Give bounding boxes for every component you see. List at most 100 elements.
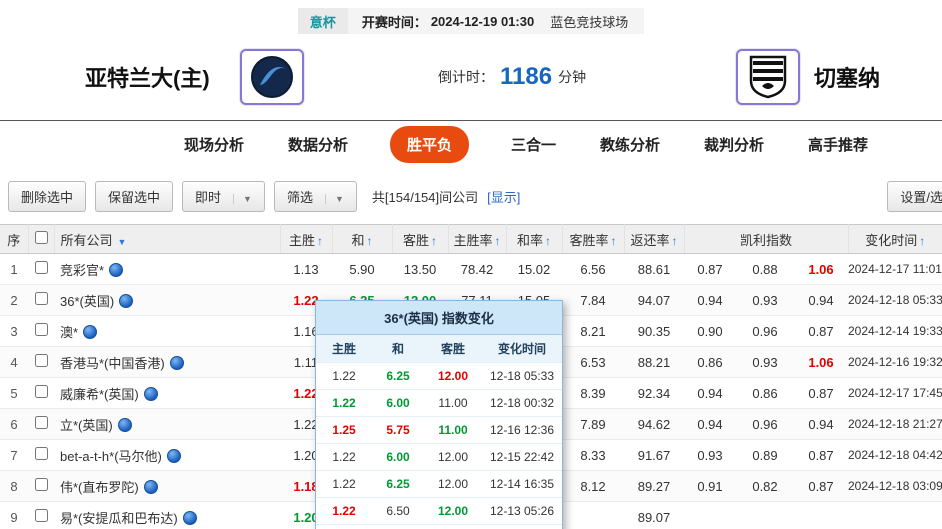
company-odds-history-icon[interactable] [144, 387, 158, 401]
tab[interactable]: 胜平负 [390, 126, 469, 163]
popup-row: 1.22 6.50 12.00 12-13 05:26 [316, 498, 562, 525]
col-home-rate-label: 主胜率 [453, 233, 492, 248]
select-all-checkbox[interactable] [35, 231, 48, 244]
keep-selected-button[interactable]: 保留选中 [95, 181, 173, 212]
away-team-logo [736, 49, 800, 105]
row-checkbox[interactable] [35, 261, 48, 274]
company-cell[interactable]: 立*(英国) [54, 409, 280, 440]
draw-odds[interactable]: 5.90 [332, 254, 392, 285]
kelly-away: 0.94 [794, 285, 848, 316]
company-odds-history-icon[interactable] [118, 418, 132, 432]
row-checkbox-cell [28, 347, 54, 378]
company-cell[interactable]: 澳* [54, 316, 280, 347]
table-header-row: 序 所有公司▼ 主胜↑ 和↑ 客胜↑ 主胜率↑ 和率↑ 客胜率↑ 返还率↑ 凯利… [0, 225, 942, 254]
league-badge: 意杯 [298, 8, 348, 34]
company-cell[interactable]: bet-a-t-h*(马尔他) [54, 440, 280, 471]
settings-button[interactable]: 设置/选 [887, 181, 942, 212]
company-cell[interactable]: 易*(安提瓜和巴布达) [54, 502, 280, 529]
company-cell[interactable]: 香港马*(中国香港) [54, 347, 280, 378]
col-return-rate[interactable]: 返还率↑ [624, 225, 684, 254]
kelly-draw: 0.89 [736, 440, 794, 471]
return-rate: 94.07 [624, 285, 684, 316]
popup-away-odds: 12.00 [424, 471, 482, 498]
popup-home-odds: 1.22 [316, 444, 372, 471]
row-checkbox[interactable] [35, 509, 48, 522]
company-odds-history-icon[interactable] [167, 449, 181, 463]
start-time-label: 开赛时间： [348, 12, 431, 31]
col-away-rate-label: 客胜率 [569, 233, 608, 248]
change-time: 2024-12-17 17:45 [848, 378, 942, 409]
show-link[interactable]: [显示] [487, 187, 520, 206]
away-odds[interactable]: 13.50 [392, 254, 448, 285]
tab[interactable]: 高手推荐 [806, 126, 870, 163]
row-checkbox-cell [28, 378, 54, 409]
row-checkbox[interactable] [35, 416, 48, 429]
popup-change-time: 12-14 16:35 [482, 471, 562, 498]
col-draw-rate[interactable]: 和率↑ [506, 225, 562, 254]
return-rate: 92.34 [624, 378, 684, 409]
tab[interactable]: 现场分析 [182, 126, 246, 163]
col-home-rate[interactable]: 主胜率↑ [448, 225, 506, 254]
popup-row: 1.22 6.25 12.00 12-14 16:35 [316, 471, 562, 498]
instant-dropdown[interactable]: 即时▼ [182, 181, 265, 212]
tab[interactable]: 数据分析 [286, 126, 350, 163]
kelly-away: 0.87 [794, 471, 848, 502]
col-change-time[interactable]: 变化时间↑ [848, 225, 942, 254]
company-odds-history-icon[interactable] [170, 356, 184, 370]
delete-selected-button[interactable]: 删除选中 [8, 181, 86, 212]
return-rate: 94.62 [624, 409, 684, 440]
kelly-draw: 0.96 [736, 316, 794, 347]
popup-row: 1.25 5.75 11.00 12-16 12:36 [316, 417, 562, 444]
odds-comparison-page: 意杯 开赛时间： 2024-12-19 01:30 蓝色竞技球场 亚特兰大(主)… [0, 0, 942, 529]
tab[interactable]: 三合一 [509, 126, 558, 163]
col-draw-label: 和 [351, 233, 364, 248]
kelly-home: 0.94 [684, 409, 736, 440]
tab[interactable]: 裁判分析 [702, 126, 766, 163]
row-checkbox[interactable] [35, 354, 48, 367]
company-odds-history-icon[interactable] [144, 480, 158, 494]
popup-change-time: 12-15 22:42 [482, 444, 562, 471]
company-cell[interactable]: 伟*(直布罗陀) [54, 471, 280, 502]
company-odds-history-icon[interactable] [119, 294, 133, 308]
col-away-rate[interactable]: 客胜率↑ [562, 225, 624, 254]
return-rate: 91.67 [624, 440, 684, 471]
col-draw-odds[interactable]: 和↑ [332, 225, 392, 254]
home-odds[interactable]: 1.13 [280, 254, 332, 285]
row-checkbox[interactable] [35, 385, 48, 398]
company-name: 伟*(直布罗陀) [60, 480, 139, 495]
col-company[interactable]: 所有公司▼ [54, 225, 280, 254]
popup-home-odds: 1.25 [316, 417, 372, 444]
col-kelly: 凯利指数 [684, 225, 848, 254]
popup-header-row: 主胜 和 客胜 变化时间 [316, 335, 562, 363]
company-cell[interactable]: 威廉希*(英国) [54, 378, 280, 409]
change-time: 2024-12-18 03:09 [848, 471, 942, 502]
company-cell[interactable]: 36*(英国) [54, 285, 280, 316]
popup-draw-odds: 6.25 [372, 363, 424, 390]
kelly-draw: 0.86 [736, 378, 794, 409]
company-name: 威廉希*(英国) [60, 387, 139, 402]
popup-draw-odds: 6.50 [372, 525, 424, 529]
sort-asc-icon: ↑ [495, 234, 501, 248]
company-cell[interactable]: 竞彩官* [54, 254, 280, 285]
row-checkbox[interactable] [35, 447, 48, 460]
company-odds-history-icon[interactable] [109, 263, 123, 277]
col-away-odds[interactable]: 客胜↑ [392, 225, 448, 254]
popup-change-time: 12-18 05:33 [482, 363, 562, 390]
company-odds-history-icon[interactable] [83, 325, 97, 339]
change-time: 2024-12-16 19:32 [848, 347, 942, 378]
col-home-odds[interactable]: 主胜↑ [280, 225, 332, 254]
col-company-label: 所有公司 [61, 233, 113, 248]
return-rate: 88.61 [624, 254, 684, 285]
row-checkbox[interactable] [35, 323, 48, 336]
company-odds-history-icon[interactable] [183, 511, 197, 525]
row-checkbox[interactable] [35, 478, 48, 491]
company-name: 36*(英国) [60, 294, 114, 309]
row-checkbox-cell [28, 440, 54, 471]
kelly-draw: 0.93 [736, 285, 794, 316]
filter-dropdown[interactable]: 筛选▼ [274, 181, 357, 212]
row-index: 3 [0, 316, 28, 347]
col-draw-rate-label: 和率 [517, 233, 543, 248]
company-name: bet-a-t-h*(马尔他) [60, 449, 162, 464]
row-checkbox[interactable] [35, 292, 48, 305]
tab[interactable]: 教练分析 [598, 126, 662, 163]
